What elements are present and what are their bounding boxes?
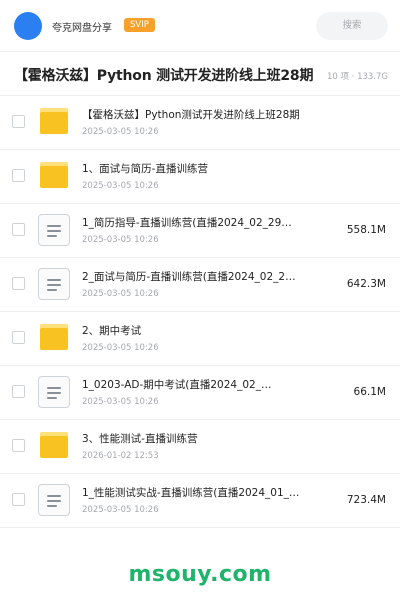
folder-icon — [40, 162, 68, 188]
select-checkbox[interactable] — [12, 223, 25, 236]
folder-icon — [40, 324, 68, 350]
list-item[interactable]: 1_简历指导-直播训练营(直播2024_02_29… 2025-03-05 10… — [0, 204, 400, 258]
item-date: 2025-03-05 10:26 — [82, 505, 159, 515]
item-date: 2025-03-05 10:26 — [82, 181, 159, 191]
item-name: 【霍格沃兹】Python测试开发进阶线上班28期 — [82, 109, 300, 121]
header: 夸克网盘分享 SVIP 搜索 — [0, 0, 400, 52]
list-item[interactable]: 【霍格沃兹】Python测试开发进阶线上班28期 2025-03-05 10:2… — [0, 96, 400, 150]
share-page: 夸克网盘分享 SVIP 搜索 【霍格沃兹】Python 测试开发进阶线上班28期… — [0, 0, 400, 600]
list-item[interactable]: 1、面试与简历-直播训练营 2025-03-05 10:26 — [0, 150, 400, 204]
list-item[interactable]: 1_0203-AD-期中考试(直播2024_02_… 2025-03-05 10… — [0, 366, 400, 420]
document-icon — [38, 376, 70, 408]
file-list: 【霍格沃兹】Python测试开发进阶线上班28期 2025-03-05 10:2… — [0, 96, 400, 528]
item-name: 1、面试与简历-直播训练营 — [82, 163, 208, 175]
item-date: 2025-03-05 10:26 — [82, 289, 159, 299]
select-checkbox[interactable] — [12, 331, 25, 344]
item-size: 642.3M — [346, 278, 386, 290]
select-checkbox[interactable] — [12, 439, 25, 452]
document-icon — [38, 268, 70, 300]
item-name: 2_面试与简历-直播训练营(直播2024_02_2… — [82, 271, 296, 283]
select-checkbox[interactable] — [12, 493, 25, 506]
document-icon — [38, 214, 70, 246]
item-size: 558.1M — [346, 224, 386, 236]
list-item[interactable]: 3、性能测试-直播训练营 2026-01-02 12:53 — [0, 420, 400, 474]
select-checkbox[interactable] — [12, 115, 25, 128]
item-size: 723.4M — [346, 494, 386, 506]
item-name: 2、期中考试 — [82, 325, 142, 337]
item-name: 3、性能测试-直播训练营 — [82, 433, 198, 445]
folder-header: 【霍格沃兹】Python 测试开发进阶线上班28期 10 项 · 133.7G — [0, 52, 400, 96]
select-checkbox[interactable] — [12, 169, 25, 182]
search-input[interactable]: 搜索 — [316, 12, 388, 40]
document-icon — [38, 484, 70, 516]
select-checkbox[interactable] — [12, 277, 25, 290]
item-name: 1_性能测试实战-直播训练营(直播2024_01_… — [82, 487, 300, 499]
item-date: 2025-03-05 10:26 — [82, 127, 159, 137]
user-name: 夸克网盘分享 — [52, 23, 112, 34]
item-date: 2025-03-05 10:26 — [82, 235, 159, 245]
svip-badge: SVIP — [124, 18, 155, 32]
folder-icon — [40, 108, 68, 134]
item-date: 2025-03-05 10:26 — [82, 397, 159, 407]
folder-icon — [40, 432, 68, 458]
item-size: 66.1M — [353, 386, 386, 398]
avatar[interactable] — [14, 12, 42, 40]
list-item[interactable]: 2、期中考试 2025-03-05 10:26 — [0, 312, 400, 366]
folder-meta: 10 项 · 133.7G — [324, 70, 388, 82]
item-date: 2026-01-02 12:53 — [82, 451, 159, 461]
list-item[interactable]: 2_面试与简历-直播训练营(直播2024_02_2… 2025-03-05 10… — [0, 258, 400, 312]
watermark: msouy.com — [128, 562, 272, 587]
item-date: 2025-03-05 10:26 — [82, 343, 159, 353]
item-name: 1_简历指导-直播训练营(直播2024_02_29… — [82, 217, 292, 229]
list-item[interactable]: 1_性能测试实战-直播训练营(直播2024_01_… 2025-03-05 10… — [0, 474, 400, 528]
page-title: 【霍格沃兹】Python 测试开发进阶线上班28期 — [14, 68, 314, 84]
select-checkbox[interactable] — [12, 385, 25, 398]
item-name: 1_0203-AD-期中考试(直播2024_02_… — [82, 379, 272, 391]
